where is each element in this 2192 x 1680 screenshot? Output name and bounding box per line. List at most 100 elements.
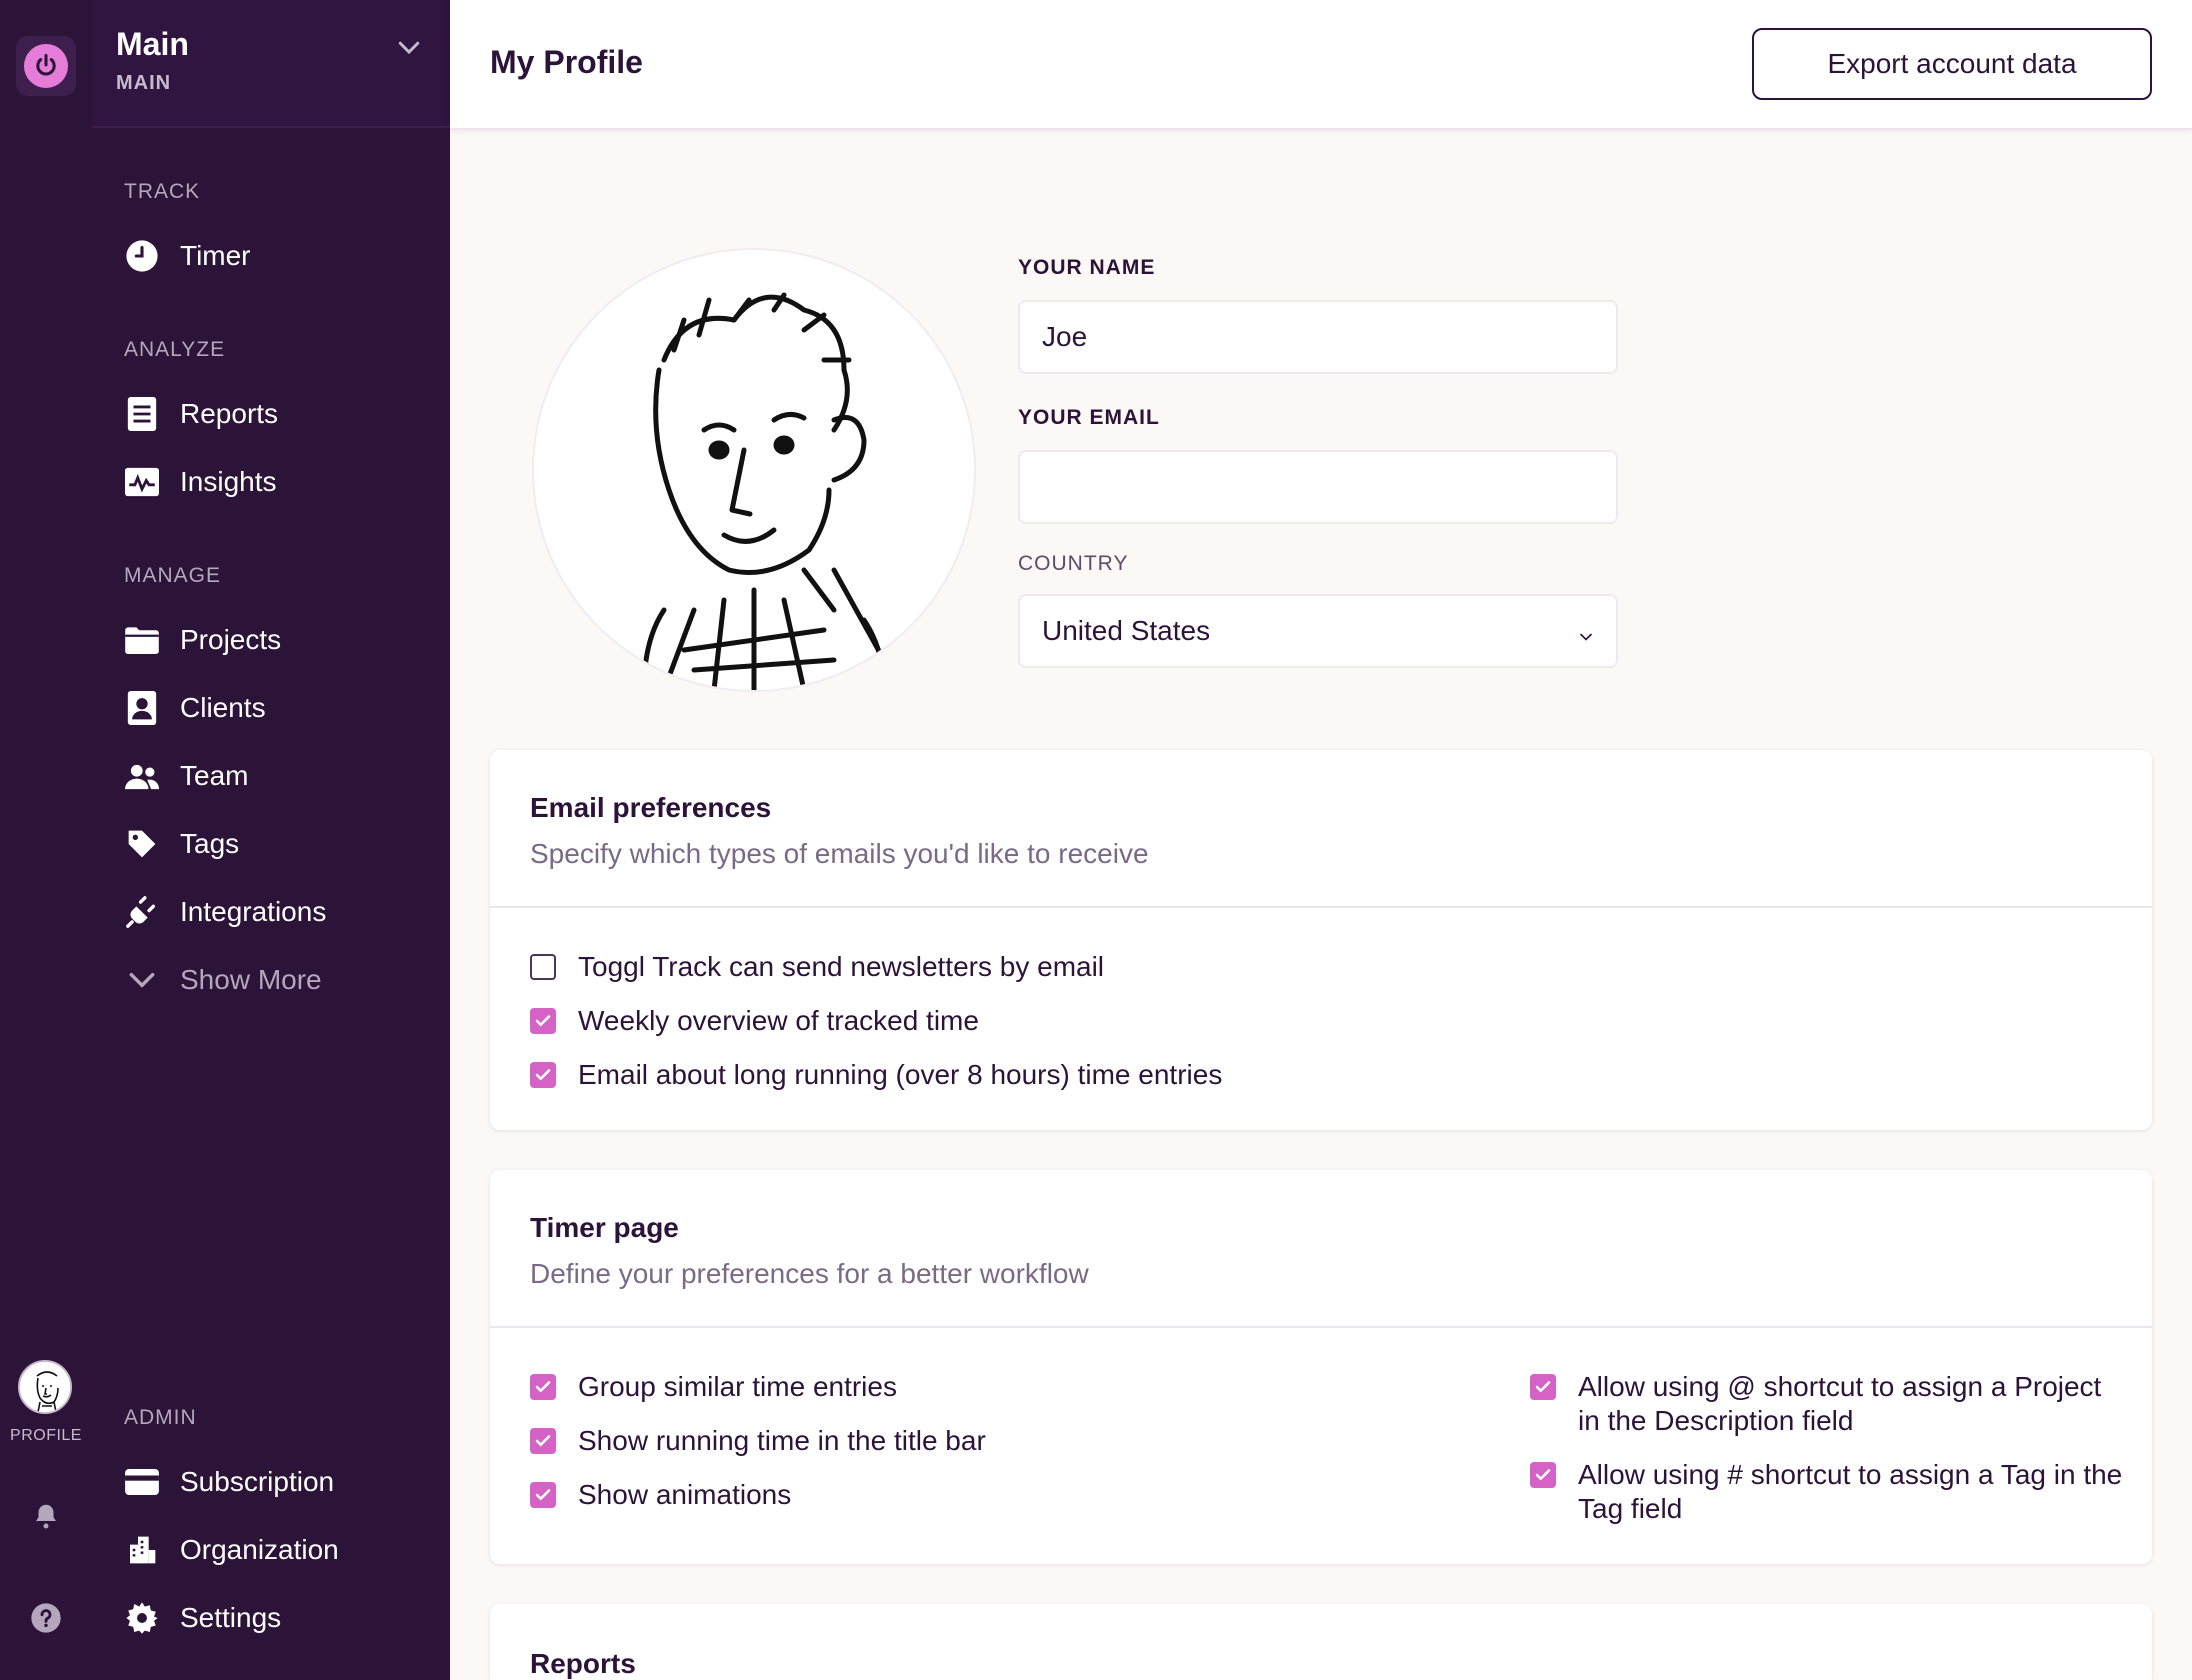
card-subtitle: Specify which types of emails you'd like… <box>530 838 1149 869</box>
workspace-name: Main <box>116 26 189 62</box>
sidebar-item-label: Team <box>180 760 249 791</box>
workspace-subtitle: MAIN <box>116 72 172 94</box>
sidebar-item-team[interactable]: Team <box>116 748 436 804</box>
toggl-logo-button[interactable] <box>16 36 76 96</box>
email-input[interactable] <box>1018 450 1618 524</box>
sidebar: Main MAIN TRACK Timer ANALYZE Reports In… <box>92 0 450 1680</box>
sidebar-item-label: Settings <box>180 1602 282 1633</box>
weekly-overview-option[interactable]: Weekly overview of tracked time <box>530 1004 979 1038</box>
option-label: Allow using @ shortcut to assign a Proje… <box>1578 1371 2102 1436</box>
team-icon <box>124 758 160 794</box>
insights-icon <box>124 464 160 500</box>
clock-icon <box>124 238 160 274</box>
page-title: My Profile <box>490 44 643 80</box>
sidebar-item-show-more[interactable]: Show More <box>116 952 436 1008</box>
check-icon <box>535 1069 551 1081</box>
sidebar-item-label: Integrations <box>180 896 327 927</box>
option-label: Allow using # shortcut to assign a Tag i… <box>1578 1459 2123 1524</box>
avatar-sketch-icon <box>20 1362 70 1412</box>
check-icon <box>535 1435 551 1447</box>
email-label: YOUR EMAIL <box>1018 406 1160 429</box>
option-label: Toggl Track can send newsletters by emai… <box>578 951 1105 982</box>
timer-page-card: Timer page Define your preferences for a… <box>490 1170 2152 1564</box>
sidebar-item-label: Subscription <box>180 1466 335 1497</box>
section-label-manage: MANAGE <box>124 564 222 587</box>
sidebar-item-integrations[interactable]: Integrations <box>116 884 436 940</box>
profile-label: PROFILE <box>10 1427 82 1444</box>
card-subtitle: Define your preferences for a better wor… <box>530 1258 1089 1289</box>
check-icon <box>1535 1381 1551 1393</box>
building-icon <box>124 1532 160 1568</box>
group-entries-option[interactable]: Group similar time entries <box>530 1370 897 1404</box>
notifications-bell-icon[interactable] <box>28 1498 64 1534</box>
email-preferences-card: Email preferences Specify which types of… <box>490 750 2152 1130</box>
client-icon <box>124 690 160 726</box>
chevron-down-icon <box>124 962 160 998</box>
checkbox-checked[interactable] <box>530 1374 556 1400</box>
sidebar-item-projects[interactable]: Projects <box>116 612 436 668</box>
name-input[interactable] <box>1018 300 1618 374</box>
checkbox-checked[interactable] <box>530 1428 556 1454</box>
profile-avatar[interactable] <box>534 250 974 690</box>
app-rail: PROFILE <box>0 0 92 1680</box>
country-value: United States <box>1042 615 1211 646</box>
section-label-analyze: ANALYZE <box>124 338 226 361</box>
newsletter-option[interactable]: Toggl Track can send newsletters by emai… <box>530 950 1104 984</box>
checkbox-checked[interactable] <box>1530 1374 1556 1400</box>
sidebar-item-subscription[interactable]: Subscription <box>116 1454 436 1510</box>
sidebar-item-organization[interactable]: Organization <box>116 1522 436 1578</box>
sidebar-item-timer[interactable]: Timer <box>116 228 436 284</box>
export-account-data-button[interactable]: Export account data <box>1752 28 2152 100</box>
check-icon <box>535 1015 551 1027</box>
workspace-switcher[interactable]: Main MAIN <box>92 0 450 128</box>
section-label-admin: ADMIN <box>124 1406 197 1429</box>
report-icon <box>124 396 160 432</box>
sidebar-item-label: Insights <box>180 466 277 497</box>
checkbox-unchecked[interactable] <box>530 954 556 980</box>
sidebar-item-label: Organization <box>180 1534 339 1565</box>
option-label: Show animations <box>578 1479 792 1510</box>
check-icon <box>1535 1469 1551 1481</box>
profile-avatar-button[interactable] <box>18 1360 72 1414</box>
option-label: Group similar time entries <box>578 1371 897 1402</box>
sidebar-item-settings[interactable]: Settings <box>116 1590 436 1646</box>
sidebar-item-label: Timer <box>180 240 251 271</box>
sidebar-item-label: Clients <box>180 692 266 723</box>
checkbox-checked[interactable] <box>1530 1462 1556 1488</box>
card-icon <box>124 1464 160 1500</box>
card-title: Timer page <box>530 1212 679 1243</box>
gear-icon <box>124 1600 160 1636</box>
help-icon[interactable] <box>28 1600 64 1636</box>
checkbox-checked[interactable] <box>530 1062 556 1088</box>
plug-icon <box>124 894 160 930</box>
sidebar-item-clients[interactable]: Clients <box>116 680 436 736</box>
animations-option[interactable]: Show animations <box>530 1478 791 1512</box>
card-title: Email preferences <box>530 792 772 823</box>
sidebar-item-insights[interactable]: Insights <box>116 454 436 510</box>
option-label: Weekly overview of tracked time <box>578 1005 979 1036</box>
card-title: Reports <box>530 1648 636 1679</box>
sidebar-item-tags[interactable]: Tags <box>116 816 436 872</box>
option-label: Email about long running (over 8 hours) … <box>578 1059 1223 1090</box>
avatar-sketch-icon <box>534 250 974 690</box>
checkbox-checked[interactable] <box>530 1008 556 1034</box>
page-header: My Profile Export account data <box>450 0 2192 130</box>
country-label: COUNTRY <box>1018 552 1129 575</box>
country-select[interactable]: United States <box>1018 594 1618 668</box>
power-icon <box>24 44 68 88</box>
checkbox-checked[interactable] <box>530 1482 556 1508</box>
long-running-option[interactable]: Email about long running (over 8 hours) … <box>530 1058 1222 1092</box>
sidebar-item-label: Projects <box>180 624 282 655</box>
check-icon <box>535 1381 551 1393</box>
chevron-down-icon <box>394 32 424 62</box>
chevron-down-icon <box>1576 622 1596 654</box>
project-shortcut-option[interactable]: Allow using @ shortcut to assign a Proje… <box>1530 1370 2130 1438</box>
option-label: Show running time in the title bar <box>578 1425 986 1456</box>
sidebar-item-label: Show More <box>180 964 322 995</box>
running-time-title-option[interactable]: Show running time in the title bar <box>530 1424 986 1458</box>
name-label: YOUR NAME <box>1018 256 1156 279</box>
check-icon <box>535 1489 551 1501</box>
tag-shortcut-option[interactable]: Allow using # shortcut to assign a Tag i… <box>1530 1458 2130 1526</box>
sidebar-item-label: Tags <box>180 828 240 859</box>
sidebar-item-reports[interactable]: Reports <box>116 386 436 442</box>
